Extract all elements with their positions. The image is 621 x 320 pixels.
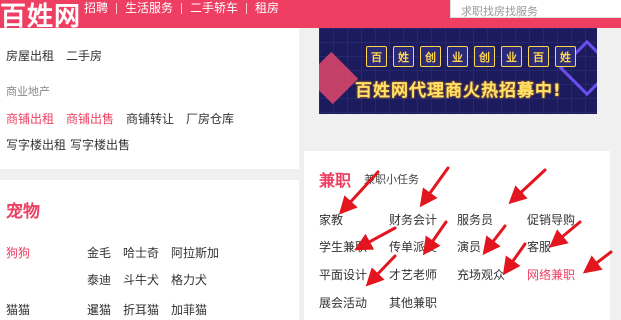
banner-tile: 创	[474, 46, 495, 67]
parttime-title[interactable]: 兼职	[319, 167, 351, 191]
job-actor[interactable]: 演员	[457, 238, 481, 255]
link-shop-transfer[interactable]: 商铺转让	[126, 110, 174, 127]
pets-card: 宠物 狗狗 金毛 哈士奇 阿拉斯加 泰迪 斗牛犬 格力犬 猫猫 暹猫 折耳猫 加…	[0, 180, 299, 320]
pets-title[interactable]: 宠物	[6, 197, 40, 222]
parttime-card: 兼职 兼职小任务 家教 财务会计 服务员 促销导购 学生兼职 传单派发 演员 客…	[304, 151, 610, 320]
housing-row: 房屋出租 二手房	[6, 47, 114, 64]
page: 百姓网 招聘 生活服务 二手轿车 租房 求职找房找服务 房屋出租 二手房 商业地…	[0, 0, 621, 320]
link-factory-warehouse[interactable]: 厂房仓库	[186, 110, 234, 127]
job-graphic-design[interactable]: 平面设计	[319, 266, 367, 283]
link-garfield-cat[interactable]: 加菲猫	[171, 301, 207, 318]
job-online[interactable]: 网络兼职	[527, 266, 575, 283]
banner-tile: 姓	[393, 46, 414, 67]
link-house-rent[interactable]: 房屋出租	[6, 47, 54, 64]
dog-label-row: 狗狗	[6, 244, 42, 261]
commercial-row: 商铺出租 商铺出售 商铺转让 厂房仓库	[6, 110, 246, 127]
top-navbar: 百姓网 招聘 生活服务 二手轿车 租房 求职找房找服务	[0, 0, 621, 32]
banner-tile: 创	[420, 46, 441, 67]
parttime-subtitle[interactable]: 兼职小任务	[364, 171, 419, 187]
banner-tile: 百	[528, 46, 549, 67]
link-scottish-fold[interactable]: 折耳猫	[123, 301, 159, 318]
link-teddy[interactable]: 泰迪	[87, 271, 111, 288]
job-tutor[interactable]: 家教	[319, 211, 343, 228]
cat-row: 暹猫 折耳猫 加菲猫	[87, 301, 219, 318]
job-sales-promoter[interactable]: 促销导购	[527, 211, 575, 228]
link-shop-sale[interactable]: 商铺出售	[66, 110, 114, 127]
link-siamese[interactable]: 暹猫	[87, 301, 111, 318]
job-waiter[interactable]: 服务员	[457, 211, 493, 228]
banner-tile: 姓	[555, 46, 576, 67]
link-cats[interactable]: 猫猫	[6, 301, 30, 318]
dog-row-1: 金毛 哈士奇 阿拉斯加	[87, 244, 231, 261]
link-bulldog[interactable]: 斗牛犬	[123, 271, 159, 288]
link-second-hand-house[interactable]: 二手房	[66, 47, 102, 64]
nav-item-life-services[interactable]: 生活服务	[117, 0, 181, 16]
job-flyer[interactable]: 传单派发	[389, 238, 437, 255]
nav-item-jobs[interactable]: 招聘	[76, 0, 116, 16]
link-office-sale[interactable]: 写字楼出售	[70, 136, 130, 153]
cat-label-row: 猫猫	[6, 301, 42, 318]
link-golden-retriever[interactable]: 金毛	[87, 244, 111, 261]
agent-recruit-banner[interactable]: 百 姓 创 业 创 业 百 姓 百姓网代理商火热招募中!	[319, 28, 597, 114]
banner-grid-background	[319, 28, 597, 114]
banner-tile: 百	[366, 46, 387, 67]
banner-tile: 业	[447, 46, 468, 67]
banner-headline: 百姓网代理商火热招募中!	[355, 81, 562, 101]
search-input[interactable]: 求职找房找服务	[450, 0, 621, 18]
dog-row-2: 泰迪 斗牛犬 格力犬	[87, 271, 219, 288]
job-audience[interactable]: 充场观众	[457, 266, 505, 283]
commercial-label: 商业地产	[6, 83, 62, 99]
job-exhibition[interactable]: 展会活动	[319, 294, 367, 311]
commercial-label-text: 商业地产	[6, 85, 50, 98]
nav-item-used-cars[interactable]: 二手轿车	[182, 0, 246, 16]
nav-item-rentals[interactable]: 租房	[247, 0, 287, 16]
banner-tiles: 百 姓 创 业 创 业 百 姓	[366, 46, 576, 67]
job-student[interactable]: 学生兼职	[319, 238, 367, 255]
office-row: 写字楼出租 写字楼出售	[6, 136, 142, 153]
link-husky[interactable]: 哈士奇	[123, 244, 159, 261]
link-greyhound[interactable]: 格力犬	[171, 271, 207, 288]
link-alaskan[interactable]: 阿拉斯加	[171, 244, 219, 261]
link-dogs[interactable]: 狗狗	[6, 244, 30, 261]
job-accountant[interactable]: 财务会计	[389, 211, 437, 228]
link-office-rent[interactable]: 写字楼出租	[6, 136, 66, 153]
main-nav: 招聘 生活服务 二手轿车 租房	[76, 0, 287, 16]
link-shop-rent[interactable]: 商铺出租	[6, 110, 54, 127]
job-talent-teacher[interactable]: 才艺老师	[389, 266, 437, 283]
banner-tile: 业	[501, 46, 522, 67]
housing-card: 房屋出租 二手房 商业地产 商铺出租 商铺出售 商铺转让 厂房仓库 写字楼出租 …	[0, 28, 299, 169]
job-customer-service[interactable]: 客服	[527, 238, 551, 255]
job-other[interactable]: 其他兼职	[389, 294, 437, 311]
